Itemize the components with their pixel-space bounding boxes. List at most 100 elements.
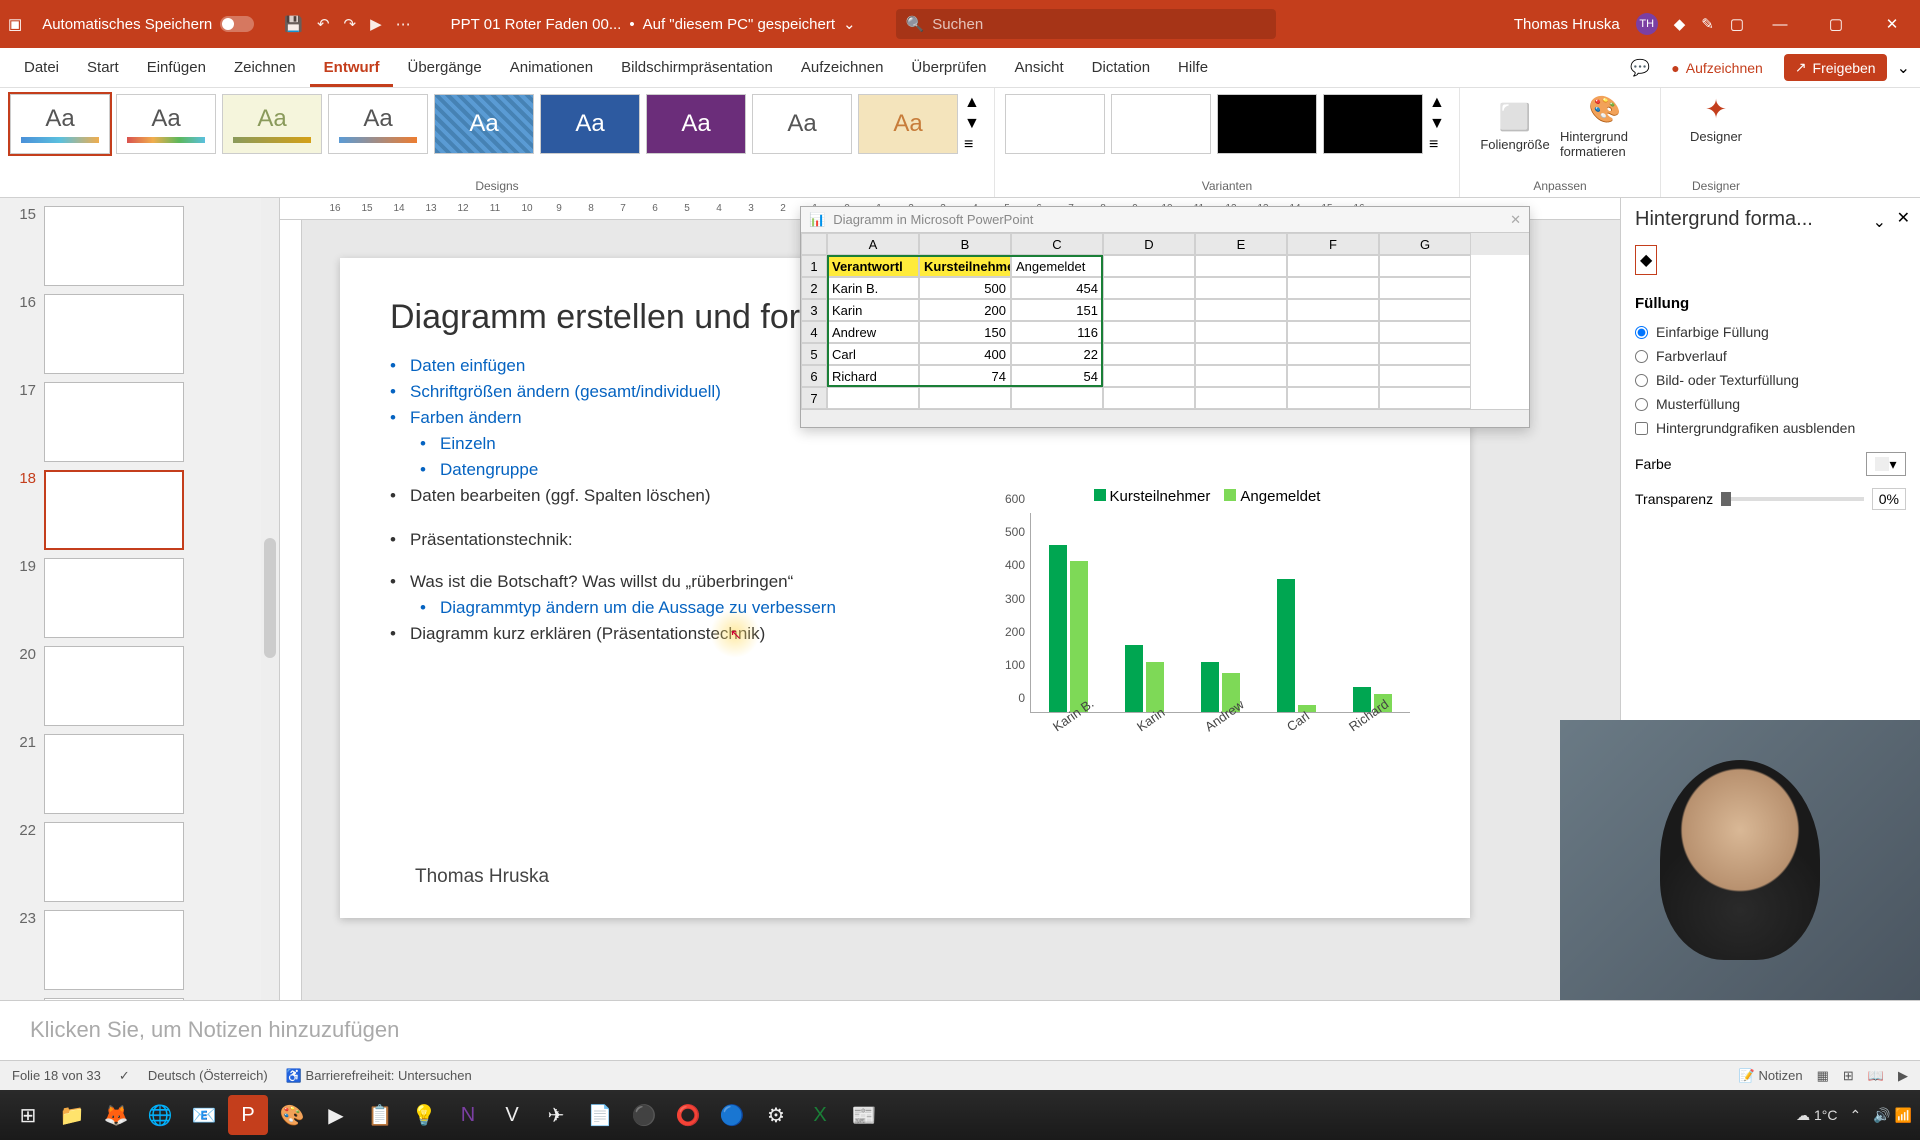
chart-data-window[interactable]: 📊 Diagramm in Microsoft PowerPoint ✕ ABC… xyxy=(800,206,1530,428)
app-icon[interactable]: 📄 xyxy=(580,1095,620,1135)
window-icon[interactable]: ▢ xyxy=(1730,15,1744,33)
ribbon-tab-datei[interactable]: Datei xyxy=(10,51,73,87)
chart-bar[interactable] xyxy=(1070,561,1088,712)
notes-toggle[interactable]: 📝 Notizen xyxy=(1739,1068,1803,1084)
variant-gallery[interactable]: ▲▼≡ xyxy=(1005,94,1449,154)
present-icon[interactable]: ▶ xyxy=(370,15,382,33)
telegram-icon[interactable]: ✈ xyxy=(536,1095,576,1135)
obs-icon[interactable]: ⚫ xyxy=(624,1095,664,1135)
app-icon[interactable]: ⭕ xyxy=(668,1095,708,1135)
chart-bar[interactable] xyxy=(1277,579,1295,712)
fill-option[interactable]: Farbverlauf xyxy=(1635,344,1906,368)
ribbon-tab-hilfe[interactable]: Hilfe xyxy=(1164,51,1222,87)
user-name[interactable]: Thomas Hruska xyxy=(1514,16,1620,33)
user-avatar[interactable]: TH xyxy=(1636,13,1658,35)
language-status[interactable]: Deutsch (Österreich) xyxy=(148,1068,268,1083)
slide-thumbnail-23[interactable]: 23 xyxy=(10,910,269,990)
vlc-icon[interactable]: ▶ xyxy=(316,1095,356,1135)
autosave-toggle[interactable]: Automatisches Speichern xyxy=(42,16,254,33)
tray-icons[interactable]: 🔊 📶 xyxy=(1873,1107,1912,1124)
redo-icon[interactable]: ↷ xyxy=(344,15,357,33)
spell-check-icon[interactable]: ✓ xyxy=(119,1068,130,1084)
firefox-icon[interactable]: 🦊 xyxy=(96,1095,136,1135)
more-icon[interactable]: ⋯ xyxy=(396,15,411,33)
file-name[interactable]: PPT 01 Roter Faden 00...• Auf "diesem PC… xyxy=(451,15,856,33)
app-icon[interactable]: 💡 xyxy=(404,1095,444,1135)
chart-bar[interactable] xyxy=(1201,662,1219,712)
design-gallery[interactable]: Aa Aa Aa Aa Aa Aa Aa Aa Aa ▲▼≡ xyxy=(10,94,984,154)
search-input[interactable]: 🔍 Suchen xyxy=(896,9,1276,39)
chrome-icon[interactable]: 🌐 xyxy=(140,1095,180,1135)
transparency-slider[interactable] xyxy=(1721,497,1864,501)
ribbon-tab-überprüfen[interactable]: Überprüfen xyxy=(897,51,1000,87)
slide-thumbnail-16[interactable]: 16 xyxy=(10,294,269,374)
ribbon-tab-start[interactable]: Start xyxy=(73,51,133,87)
pane-dropdown-icon[interactable]: ⌄ xyxy=(1873,212,1886,232)
sorter-view-icon[interactable]: ⊞ xyxy=(1843,1068,1854,1084)
ribbon-tab-ansicht[interactable]: Ansicht xyxy=(1000,51,1077,87)
save-icon[interactable]: 💾 xyxy=(284,15,303,33)
slideshow-view-icon[interactable]: ▶ xyxy=(1898,1068,1908,1084)
slide-thumbnail-15[interactable]: 15 xyxy=(10,206,269,286)
slide-counter[interactable]: Folie 18 von 33 xyxy=(12,1068,101,1083)
ribbon-tab-zeichnen[interactable]: Zeichnen xyxy=(220,51,310,87)
weather-widget[interactable]: ☁ 1°C xyxy=(1796,1107,1837,1124)
datagrid-scrollbar[interactable] xyxy=(801,409,1529,427)
chart-bar[interactable] xyxy=(1146,662,1164,712)
transparency-value[interactable]: 0% xyxy=(1872,488,1906,510)
fill-option[interactable]: Einfarbige Füllung xyxy=(1635,320,1906,344)
fill-option[interactable]: Bild- oder Texturfüllung xyxy=(1635,368,1906,392)
normal-view-icon[interactable]: ▦ xyxy=(1817,1068,1829,1084)
notes-pane[interactable]: Klicken Sie, um Notizen hinzuzufügen xyxy=(0,1000,1920,1060)
slide-thumbnail-17[interactable]: 17 xyxy=(10,382,269,462)
app-icon[interactable]: 🔵 xyxy=(712,1095,752,1135)
fill-icon[interactable]: ◆ xyxy=(1635,245,1657,275)
ribbon-tab-aufzeichnen[interactable]: Aufzeichnen xyxy=(787,51,898,87)
chart-bar[interactable] xyxy=(1125,645,1143,712)
close-button[interactable]: ✕ xyxy=(1872,15,1912,33)
fill-option[interactable]: Hintergrundgrafiken ausblenden xyxy=(1635,416,1906,440)
slide-size-button[interactable]: ⬜Foliengröße xyxy=(1470,94,1560,159)
pane-close-icon[interactable]: ✕ xyxy=(1897,208,1910,228)
excel-icon[interactable]: X xyxy=(800,1095,840,1135)
ribbon-tab-animationen[interactable]: Animationen xyxy=(496,51,607,87)
ribbon-collapse-icon[interactable]: ⌄ xyxy=(1897,58,1910,78)
list-item[interactable]: Datengruppe xyxy=(420,457,1420,483)
minimize-button[interactable]: — xyxy=(1760,16,1800,33)
chart-bar[interactable] xyxy=(1049,545,1067,712)
datagrid-close-icon[interactable]: ✕ xyxy=(1510,212,1521,228)
accessibility-status[interactable]: ♿ Barrierefreiheit: Untersuchen xyxy=(286,1068,472,1084)
app-icon[interactable]: 📋 xyxy=(360,1095,400,1135)
list-item[interactable]: Einzeln xyxy=(420,431,1420,457)
app-icon[interactable]: 📰 xyxy=(844,1095,884,1135)
undo-icon[interactable]: ↶ xyxy=(317,15,330,33)
share-button[interactable]: ↗ Freigeben xyxy=(1784,54,1887,81)
pen-icon[interactable]: ✎ xyxy=(1701,15,1714,33)
comments-icon[interactable]: 💬 xyxy=(1630,58,1650,78)
format-background-button[interactable]: 🎨Hintergrund formatieren xyxy=(1560,94,1650,159)
powerpoint-icon[interactable]: P xyxy=(228,1095,268,1135)
reading-view-icon[interactable]: 📖 xyxy=(1868,1068,1884,1084)
slide-thumbnail-21[interactable]: 21 xyxy=(10,734,269,814)
designer-button[interactable]: ✦Designer xyxy=(1671,94,1761,144)
fill-option[interactable]: Musterfüllung xyxy=(1635,392,1906,416)
slide-thumbnail-24[interactable]: 24 xyxy=(10,998,269,1000)
settings-icon[interactable]: ⚙ xyxy=(756,1095,796,1135)
color-picker-button[interactable]: ▾ xyxy=(1866,452,1906,476)
maximize-button[interactable]: ▢ xyxy=(1816,15,1856,33)
outlook-icon[interactable]: 📧 xyxy=(184,1095,224,1135)
tray-chevron-icon[interactable]: ⌃ xyxy=(1850,1107,1862,1124)
app-icon[interactable]: V xyxy=(492,1095,532,1135)
record-button[interactable]: ● Aufzeichnen xyxy=(1660,55,1774,81)
ribbon-tab-einfügen[interactable]: Einfügen xyxy=(133,51,220,87)
ribbon-tab-übergänge[interactable]: Übergänge xyxy=(393,51,495,87)
onenote-icon[interactable]: N xyxy=(448,1095,488,1135)
slide-thumbnail-22[interactable]: 22 xyxy=(10,822,269,902)
slide-thumbnail-19[interactable]: 19 xyxy=(10,558,269,638)
slide-thumbnail-20[interactable]: 20 xyxy=(10,646,269,726)
fill-section-header[interactable]: Füllung xyxy=(1635,295,1906,312)
chart[interactable]: KursteilnehmerAngemeldet Karin B.KarinAn… xyxy=(990,488,1410,768)
ribbon-tab-dictation[interactable]: Dictation xyxy=(1078,51,1164,87)
explorer-icon[interactable]: 📁 xyxy=(52,1095,92,1135)
start-button[interactable]: ⊞ xyxy=(8,1095,48,1135)
